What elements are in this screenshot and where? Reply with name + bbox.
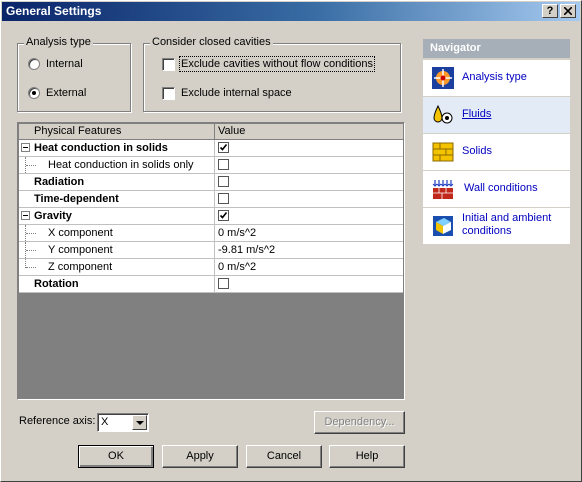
nav-item-label[interactable]: Wall conditions: [464, 182, 538, 195]
reference-axis-label: Reference axis:: [19, 415, 96, 427]
heat-conduction-only-checkbox[interactable]: [218, 159, 229, 170]
initial-conditions-icon: [433, 216, 453, 236]
row-name: Heat conduction in solids: [34, 142, 168, 154]
grid-row-z-component[interactable]: Z component 0 m/s^2: [19, 259, 403, 276]
row-name: Z component: [48, 261, 113, 273]
nav-item-fluids[interactable]: Fluids: [423, 96, 570, 133]
collapse-icon[interactable]: [21, 211, 30, 220]
heat-conduction-checkbox[interactable]: [218, 142, 229, 153]
collapse-icon[interactable]: [21, 143, 30, 152]
row-name: Radiation: [34, 176, 85, 188]
solids-icon: [432, 142, 454, 162]
nav-item-solids[interactable]: Solids: [423, 133, 570, 170]
row-name: Heat conduction in solids only: [48, 159, 194, 171]
grid-row-radiation[interactable]: Radiation: [19, 174, 403, 191]
checkmark-icon: [219, 212, 228, 219]
grid-row-heat-conduction[interactable]: Heat conduction in solids: [19, 140, 403, 157]
analysis-type-group-label: Analysis type: [24, 36, 93, 48]
dependency-button[interactable]: Dependency...: [314, 411, 405, 434]
x-component-value[interactable]: 0 m/s^2: [218, 227, 256, 239]
reference-axis-value: X: [101, 416, 109, 428]
nav-item-label[interactable]: Fluids: [462, 108, 491, 121]
help-button[interactable]: Help: [329, 445, 405, 468]
navigator-panel: Navigator Analysis type Fluids Solids Wa…: [423, 39, 570, 244]
external-radio[interactable]: [28, 87, 40, 99]
general-settings-dialog: General Settings ? Analysis type Interna…: [0, 0, 582, 482]
grid-row-y-component[interactable]: Y component -9.81 m/s^2: [19, 242, 403, 259]
analysis-type-icon: [432, 67, 454, 89]
title-bar[interactable]: General Settings ?: [2, 2, 580, 21]
radiation-checkbox[interactable]: [218, 176, 229, 187]
grid-header: Physical Features Value: [19, 124, 403, 140]
grid-row-rotation[interactable]: Rotation: [19, 276, 403, 293]
nav-item-label[interactable]: Initial and ambient conditions: [462, 212, 570, 238]
nav-item-label[interactable]: Analysis type: [462, 71, 527, 84]
z-component-value[interactable]: 0 m/s^2: [218, 261, 256, 273]
ok-button[interactable]: OK: [78, 445, 154, 468]
grid-row-time-dependent[interactable]: Time-dependent: [19, 191, 403, 208]
grid-row-heat-conduction-only[interactable]: Heat conduction in solids only: [19, 157, 403, 174]
row-name: Time-dependent: [34, 193, 119, 205]
exclude-internal-space-label[interactable]: Exclude internal space: [181, 87, 292, 99]
exclude-cavities-checkbox[interactable]: [162, 58, 175, 71]
grid-row-x-component[interactable]: X component 0 m/s^2: [19, 225, 403, 242]
gravity-checkbox[interactable]: [218, 210, 229, 221]
fluids-icon: [433, 104, 453, 124]
row-name: Gravity: [34, 210, 72, 222]
chevron-down-icon[interactable]: [132, 415, 147, 430]
time-dependent-checkbox[interactable]: [218, 193, 229, 204]
navigator-header: Navigator: [423, 39, 570, 58]
window-title: General Settings: [6, 4, 102, 18]
y-component-value[interactable]: -9.81 m/s^2: [218, 244, 275, 256]
physical-features-column-header[interactable]: Physical Features: [34, 125, 121, 137]
close-icon: [563, 6, 573, 16]
exclude-internal-space-checkbox[interactable]: [162, 87, 175, 100]
row-name: X component: [48, 227, 113, 239]
value-column-header[interactable]: Value: [218, 125, 245, 137]
rotation-checkbox[interactable]: [218, 278, 229, 289]
external-radio-label[interactable]: External: [46, 87, 86, 99]
apply-button[interactable]: Apply: [162, 445, 238, 468]
help-title-button[interactable]: ?: [542, 4, 558, 18]
analysis-type-group: Analysis type Internal External: [17, 36, 131, 112]
row-name: Y component: [48, 244, 113, 256]
checkmark-icon: [219, 144, 228, 151]
internal-radio[interactable]: [28, 58, 40, 70]
reference-axis-select[interactable]: X: [97, 413, 149, 432]
nav-item-initial-ambient[interactable]: Initial and ambient conditions: [423, 207, 570, 244]
grid-row-gravity[interactable]: Gravity: [19, 208, 403, 225]
wall-conditions-icon: [432, 180, 454, 199]
nav-item-analysis-type[interactable]: Analysis type: [423, 59, 570, 96]
internal-radio-label[interactable]: Internal: [46, 58, 83, 70]
closed-cavities-group: Consider closed cavities Exclude cavitie…: [143, 36, 401, 112]
closed-cavities-group-label: Consider closed cavities: [150, 36, 273, 48]
physical-features-grid: Physical Features Value Heat conduction …: [17, 122, 405, 400]
nav-item-label[interactable]: Solids: [462, 145, 492, 158]
nav-item-wall-conditions[interactable]: Wall conditions: [423, 170, 570, 207]
row-name: Rotation: [34, 278, 79, 290]
cancel-button[interactable]: Cancel: [246, 445, 322, 468]
close-button[interactable]: [560, 4, 576, 18]
exclude-cavities-label[interactable]: Exclude cavities without flow conditions: [179, 56, 375, 72]
